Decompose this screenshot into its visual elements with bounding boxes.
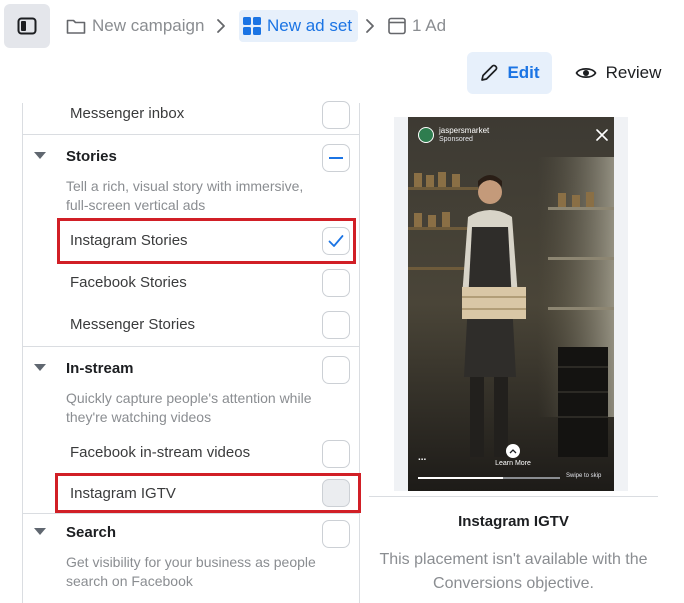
breadcrumb-ad[interactable]: 1 Ad (388, 10, 446, 42)
highlight-instagram-igtv (55, 473, 361, 513)
preview-unavailable-note: This placement isn't available with the … (379, 551, 648, 592)
caret-down-icon[interactable] (34, 152, 46, 159)
learn-more-cta[interactable]: Learn More (488, 441, 538, 467)
more-options-icon[interactable]: ... (418, 452, 426, 463)
placement-label: Messenger Stories (70, 316, 196, 333)
swipe-to-skip-label: Swipe to skip (566, 473, 602, 479)
ad-preview-frame: jaspersmarket Sponsored Learn More ... S… (394, 117, 628, 491)
placement-messenger-stories[interactable]: Messenger Stories (23, 308, 359, 340)
sidebar-panel-icon (17, 17, 37, 35)
section-title-stories: Stories (66, 148, 117, 165)
review-button[interactable]: Review (568, 52, 668, 94)
swipe-up-icon (506, 444, 520, 458)
close-icon[interactable] (596, 129, 608, 141)
folder-icon (66, 17, 86, 35)
divider (369, 496, 658, 497)
cta-label: Learn More (495, 460, 531, 467)
indeterminate-dash-icon (329, 157, 343, 159)
story-account-header[interactable]: jaspersmarket Sponsored (418, 126, 489, 144)
placement-label: Facebook in-stream videos (70, 444, 251, 461)
stories-section-checkbox[interactable] (322, 144, 350, 172)
breadcrumb-campaign[interactable]: New campaign (66, 10, 204, 42)
placements-panel: Messenger inbox Stories Tell a rich, vis… (22, 101, 360, 603)
grid-icon (243, 17, 261, 35)
divider (23, 346, 359, 347)
divider (23, 513, 359, 514)
video-progress-bar (418, 477, 560, 479)
edit-label: Edit (507, 63, 540, 82)
placement-messenger-inbox[interactable]: Messenger inbox (23, 101, 359, 135)
section-title-search: Search (66, 524, 117, 541)
divider (23, 134, 359, 135)
placement-checkbox[interactable] (322, 311, 350, 339)
breadcrumb-adset[interactable]: New ad set (239, 10, 359, 42)
placement-label: Messenger inbox (70, 105, 185, 122)
preview-placement-title: Instagram IGTV (458, 513, 569, 530)
placement-checkbox[interactable] (322, 101, 350, 129)
search-section-checkbox[interactable] (322, 520, 350, 548)
ad-window-icon (388, 17, 406, 35)
sidebar-toggle-button[interactable] (4, 4, 50, 48)
placement-checkbox[interactable] (322, 440, 350, 468)
chevron-right-icon (364, 16, 376, 41)
section-description-stories: Tell a rich, visual story with immersive… (66, 178, 304, 213)
instream-section-checkbox[interactable] (322, 356, 350, 384)
highlight-instagram-stories (57, 218, 356, 264)
section-description-search: Get visibility for your business as peop… (66, 554, 316, 589)
caret-down-icon[interactable] (34, 364, 46, 371)
caret-down-icon[interactable] (34, 528, 46, 535)
placement-facebook-stories[interactable]: Facebook Stories (23, 266, 359, 298)
top-bar: New campaign New ad set 1 Ad (0, 0, 684, 52)
breadcrumb-campaign-label: New campaign (92, 16, 205, 35)
breadcrumb-adset-label: New ad set (267, 16, 353, 35)
section-title-instream: In-stream (66, 360, 134, 377)
chevron-right-icon (215, 16, 227, 41)
shop-photo-illustration (408, 117, 614, 491)
account-avatar (418, 127, 434, 143)
placement-label: Facebook Stories (70, 274, 187, 291)
placement-facebook-instream-videos[interactable]: Facebook in-stream videos (23, 436, 359, 468)
edit-button[interactable]: Edit (467, 52, 552, 94)
section-description-instream: Quickly capture people's attention while… (66, 390, 312, 425)
account-name: jaspersmarket (439, 126, 490, 135)
eye-icon (575, 65, 597, 81)
review-label: Review (605, 63, 662, 82)
placement-checkbox[interactable] (322, 269, 350, 297)
breadcrumb-ad-label: 1 Ad (412, 16, 447, 35)
sponsored-label: Sponsored (439, 136, 473, 143)
story-preview-screen[interactable]: jaspersmarket Sponsored Learn More ... S… (408, 117, 614, 491)
pencil-icon (479, 63, 499, 83)
